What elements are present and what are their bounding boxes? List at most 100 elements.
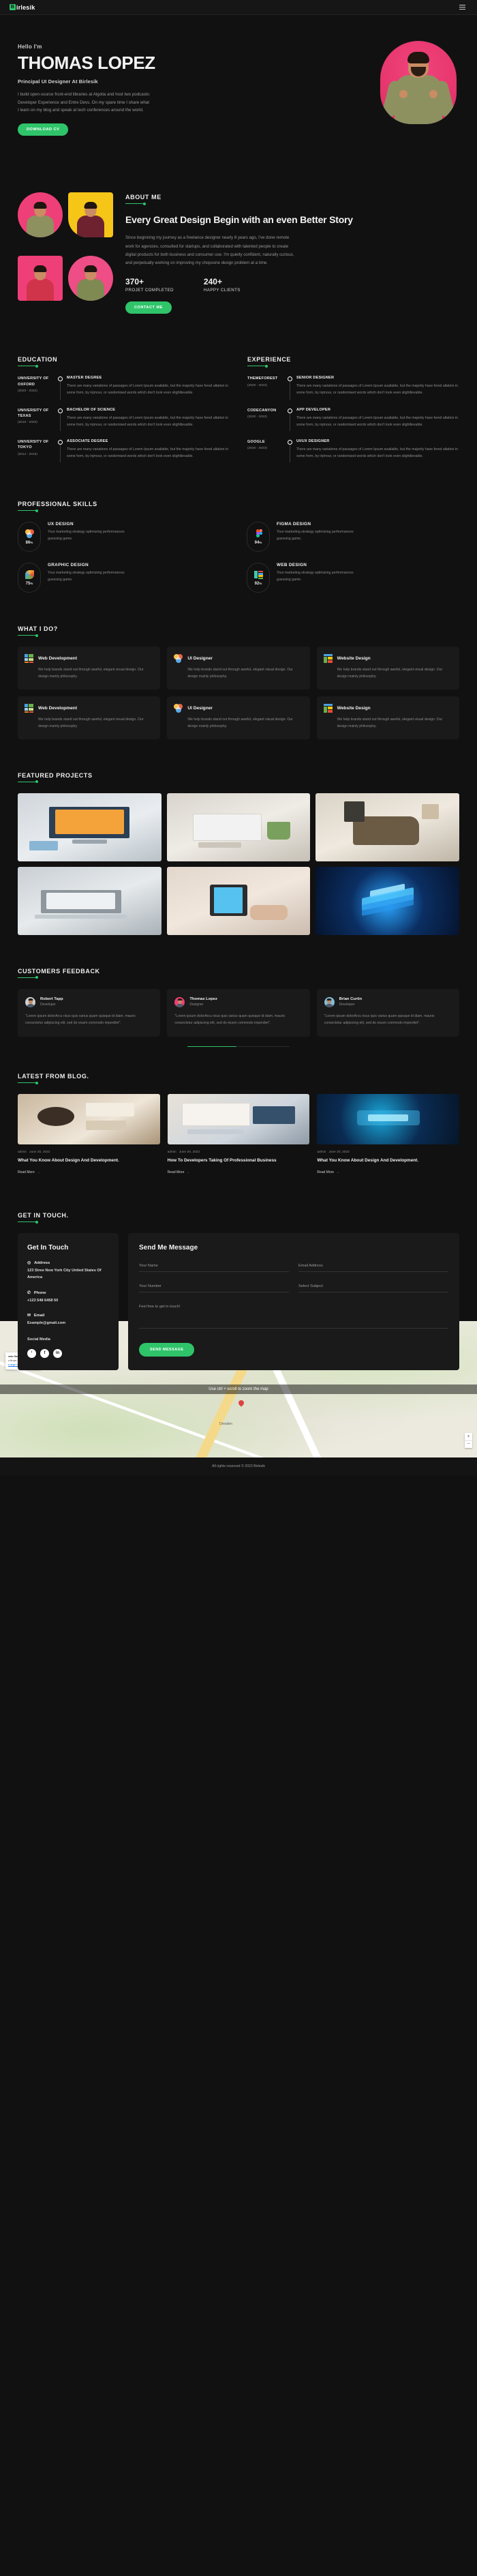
timeline-role: SENIOR DESIGNER xyxy=(296,376,335,381)
education-list: UNIVERSITY OF OXFORD (2020 - 2022) MASTE… xyxy=(18,376,230,471)
blog-thumbnail[interactable] xyxy=(167,1094,310,1145)
timeline-axis xyxy=(287,439,294,463)
linkedin-icon[interactable]: in xyxy=(53,1348,62,1358)
map-zoom-controls[interactable]: + − xyxy=(465,1432,472,1448)
site-logo[interactable]: B irlesik xyxy=(10,4,35,11)
read-more-link[interactable]: Read More → xyxy=(18,1170,40,1174)
service-cards: Web Development We help brands stand out… xyxy=(18,647,459,739)
project-thumbnail[interactable] xyxy=(18,866,161,935)
phone-value: +123 548 6458 50 xyxy=(27,1298,59,1303)
about-eyebrow: ABOUT ME xyxy=(125,194,161,201)
website-design-icon xyxy=(323,703,333,713)
arrow-icon: → xyxy=(336,1170,340,1175)
blog-section: LATEST FROM BLOG. admin June 20, 2022 Wh… xyxy=(0,1059,477,1197)
map-zoom-hint: Use ctrl + scroll to zoom the map xyxy=(0,1384,477,1394)
blog-thumbnail[interactable] xyxy=(317,1094,459,1145)
site-header: B irlesik xyxy=(0,0,477,15)
avatar xyxy=(324,996,335,1007)
blog-thumbnail[interactable] xyxy=(18,1094,160,1145)
hamburger-icon[interactable] xyxy=(457,3,467,12)
blog-post-title[interactable]: What You Know About Design And Developme… xyxy=(18,1157,160,1164)
name-input[interactable] xyxy=(139,1261,289,1273)
message-textarea[interactable] xyxy=(139,1302,448,1329)
project-thumbnail[interactable] xyxy=(166,793,311,861)
skill-name: FIGMA DESIGN xyxy=(277,522,311,527)
feedback-grid: Robert Tapp Developer "Lorem ipsum dolor… xyxy=(18,988,459,1037)
timeline-item: UNIVERSITY OF TEXAS (2016 - 2020) BACHEL… xyxy=(18,407,230,439)
timeline-org: UNIVERSITY OF TOKYO xyxy=(18,439,49,450)
about-heading: Every Great Design Begin with an even Be… xyxy=(125,214,353,225)
avatar xyxy=(174,996,185,1007)
skill-item: 94% FIGMA DESIGN Your marketing strategy… xyxy=(247,522,459,552)
figma-icon xyxy=(254,529,263,538)
feedback-progress[interactable] xyxy=(18,1046,459,1048)
project-thumbnail[interactable] xyxy=(316,793,459,861)
timeline-section: EDUCATION UNIVERSITY OF OXFORD (2020 - 2… xyxy=(0,338,477,487)
skill-badge: 86% xyxy=(18,522,41,552)
skill-percent: 92% xyxy=(254,581,262,586)
blog-post-title[interactable]: What You Know About Design And Developme… xyxy=(317,1157,459,1164)
send-message-heading: Send Me Message xyxy=(139,1244,198,1252)
service-card[interactable]: Website Design We help brands stand out … xyxy=(316,696,459,739)
ux-design-icon xyxy=(25,529,34,538)
section-rule xyxy=(18,1081,38,1084)
service-card[interactable]: UI Designer We help brands stand out thr… xyxy=(167,696,310,739)
timeline-dot-icon xyxy=(288,376,292,382)
timeline-years: (2014 - 2016) xyxy=(18,452,37,456)
read-more-link[interactable]: Read More → xyxy=(168,1170,190,1174)
skill-item: 86% UX DESIGN Your marketing strategy op… xyxy=(18,522,230,552)
project-thumbnail[interactable] xyxy=(166,866,311,935)
service-desc: We help brands stand out through aweful,… xyxy=(38,717,144,728)
hero-section: Hello I'm THOMAS LOPEZ Principal UI Desi… xyxy=(0,15,477,186)
section-rule xyxy=(125,202,146,205)
facebook-icon[interactable]: f xyxy=(40,1348,49,1358)
envelope-icon: ✉ xyxy=(27,1314,31,1318)
about-stats: 370+ PROJET COMPLETED 240+ HAPPY CLIENTS xyxy=(125,277,459,293)
project-thumbnail[interactable] xyxy=(316,866,459,935)
timeline-axis xyxy=(57,439,64,463)
experience-column: EXPERIENCE THEMEFOREST (2020 - 2023) SEN… xyxy=(247,356,459,471)
twitter-icon[interactable]: ᵗ xyxy=(27,1348,36,1358)
logo-text: irlesik xyxy=(16,3,35,11)
subject-select[interactable] xyxy=(298,1282,448,1293)
projects-grid xyxy=(18,793,459,935)
timeline-role: MASTER DEGREE xyxy=(67,376,102,381)
email-input[interactable] xyxy=(298,1261,448,1273)
read-more-link[interactable]: Read More → xyxy=(317,1170,339,1174)
address-value: 123 Stree New York City United States Of… xyxy=(27,1269,102,1279)
service-card[interactable]: Website Design We help brands stand out … xyxy=(316,647,459,690)
zoom-in-button[interactable]: + xyxy=(465,1433,472,1440)
download-cv-button[interactable]: DOWNLOAD CV xyxy=(18,123,69,136)
timeline-years: (2020 - 2023) xyxy=(247,447,267,451)
testimonial-name: Thomas Lopez xyxy=(189,997,217,1002)
about-paragraph: Since beginning my journey as a freelanc… xyxy=(125,235,294,266)
service-card[interactable]: Web Development We help brands stand out… xyxy=(18,647,161,690)
timeline-axis xyxy=(57,376,64,400)
stat-value: 370+ xyxy=(125,277,144,287)
section-rule xyxy=(18,509,38,512)
contact-me-button[interactable]: CONTACT ME xyxy=(125,301,172,314)
blog-post: admin June 20, 2022 What You Know About … xyxy=(18,1094,160,1176)
testimonial-role: Developer xyxy=(339,1003,355,1007)
testimonial-name: Brian Curtin xyxy=(339,997,363,1002)
service-desc: We help brands stand out through aweful,… xyxy=(187,717,293,728)
skills-title: PROFESSIONAL SKILLS xyxy=(18,501,97,508)
skill-percent: 94% xyxy=(254,540,262,545)
section-rule xyxy=(18,976,38,979)
zoom-out-button[interactable]: − xyxy=(465,1440,472,1448)
timeline-dot-icon xyxy=(288,408,292,413)
blog-post-title[interactable]: How To Developers Taking Of Professional… xyxy=(168,1157,310,1164)
stat-item: 240+ HAPPY CLIENTS xyxy=(204,277,241,293)
skill-desc: Your marketing strategy optimizing perfo… xyxy=(277,571,354,582)
skills-grid: 86% UX DESIGN Your marketing strategy op… xyxy=(18,522,459,593)
send-message-button[interactable]: SEND MESSAGE xyxy=(139,1343,195,1357)
service-card[interactable]: Web Development We help brands stand out… xyxy=(18,696,161,739)
project-thumbnail[interactable] xyxy=(18,793,161,861)
number-input[interactable] xyxy=(139,1282,289,1293)
about-photo-4 xyxy=(68,256,113,301)
testimonial-quote: "Lorem ipsum dolorArcu risus quis varius… xyxy=(25,1013,136,1025)
service-title: Website Design xyxy=(337,656,371,662)
section-rule xyxy=(18,634,38,637)
timeline-axis xyxy=(57,407,64,432)
service-card[interactable]: UI Designer We help brands stand out thr… xyxy=(167,647,310,690)
